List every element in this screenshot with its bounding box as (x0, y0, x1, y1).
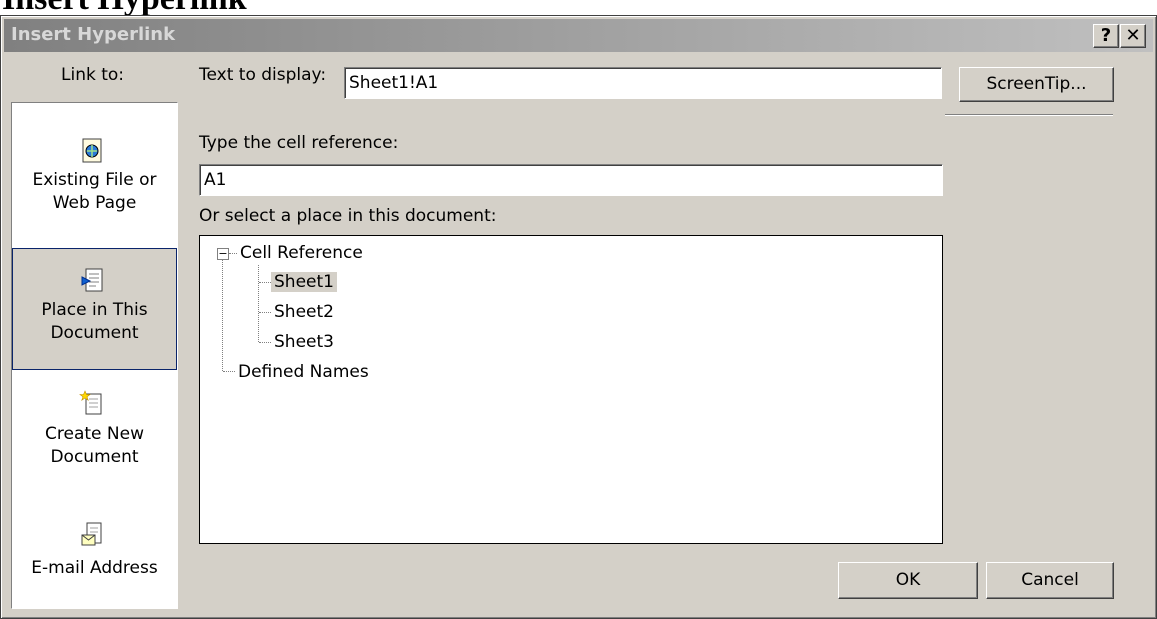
link-to-existing-file[interactable]: Existing File or Web Page (12, 127, 177, 237)
link-to-email-label: E-mail Address (31, 558, 158, 578)
link-to-place-label-1: Place in This (41, 300, 148, 320)
cancel-button[interactable]: Cancel (986, 562, 1114, 599)
tree-item-sheet1-label: Sheet1 (271, 272, 337, 292)
window-title: Insert Hyperlink (11, 24, 176, 45)
tree-item-defined-names[interactable]: Defined Names (238, 360, 369, 384)
place-list-label: Or select a place in this document: (199, 206, 497, 226)
link-to-place-in-document[interactable]: Place in This Document (12, 248, 177, 370)
screentip-button[interactable]: ScreenTip... (959, 67, 1114, 102)
document-place-icon (81, 268, 103, 292)
close-button[interactable]: ✕ (1120, 24, 1146, 48)
tree-item-sheet1[interactable]: Sheet1 (271, 270, 337, 294)
link-to-existing-file-label-2: Web Page (52, 193, 137, 213)
link-to-email[interactable]: E-mail Address (12, 513, 177, 593)
place-tree[interactable]: − Cell Reference Sheet1 Sheet2 Sheet3 De… (199, 235, 943, 544)
insert-hyperlink-dialog: Insert Hyperlink ? ✕ Link to: Existing F… (0, 15, 1157, 619)
collapse-icon[interactable]: − (217, 248, 229, 260)
link-to-create-new[interactable]: Create New Document (12, 381, 177, 491)
link-to-label: Link to: (61, 65, 125, 85)
tree-item-sheet2[interactable]: Sheet2 (274, 300, 334, 324)
link-to-place-label-2: Document (50, 323, 139, 343)
link-to-existing-file-label-1: Existing File or (32, 170, 157, 190)
tree-item-sheet3[interactable]: Sheet3 (274, 330, 334, 354)
separator (945, 114, 1113, 116)
cell-reference-input[interactable]: A1 (199, 164, 943, 196)
help-button[interactable]: ? (1093, 24, 1119, 48)
new-document-icon (79, 390, 102, 415)
link-to-create-new-label-2: Document (50, 447, 139, 467)
close-icon: ✕ (1125, 25, 1141, 46)
web-page-icon (82, 138, 102, 163)
email-icon (81, 522, 102, 546)
text-to-display-input[interactable]: Sheet1!A1 (344, 67, 942, 99)
link-to-create-new-label-1: Create New (45, 424, 144, 444)
cell-reference-label: Type the cell reference: (199, 133, 399, 153)
title-bar[interactable]: Insert Hyperlink ? ✕ (4, 19, 1153, 52)
ok-button[interactable]: OK (838, 562, 978, 599)
help-icon: ? (1100, 25, 1112, 46)
tree-item-cell-reference[interactable]: Cell Reference (240, 241, 363, 265)
text-to-display-label: Text to display: (199, 65, 327, 85)
link-to-sidebar: Existing File or Web Page Place in This … (11, 102, 178, 609)
